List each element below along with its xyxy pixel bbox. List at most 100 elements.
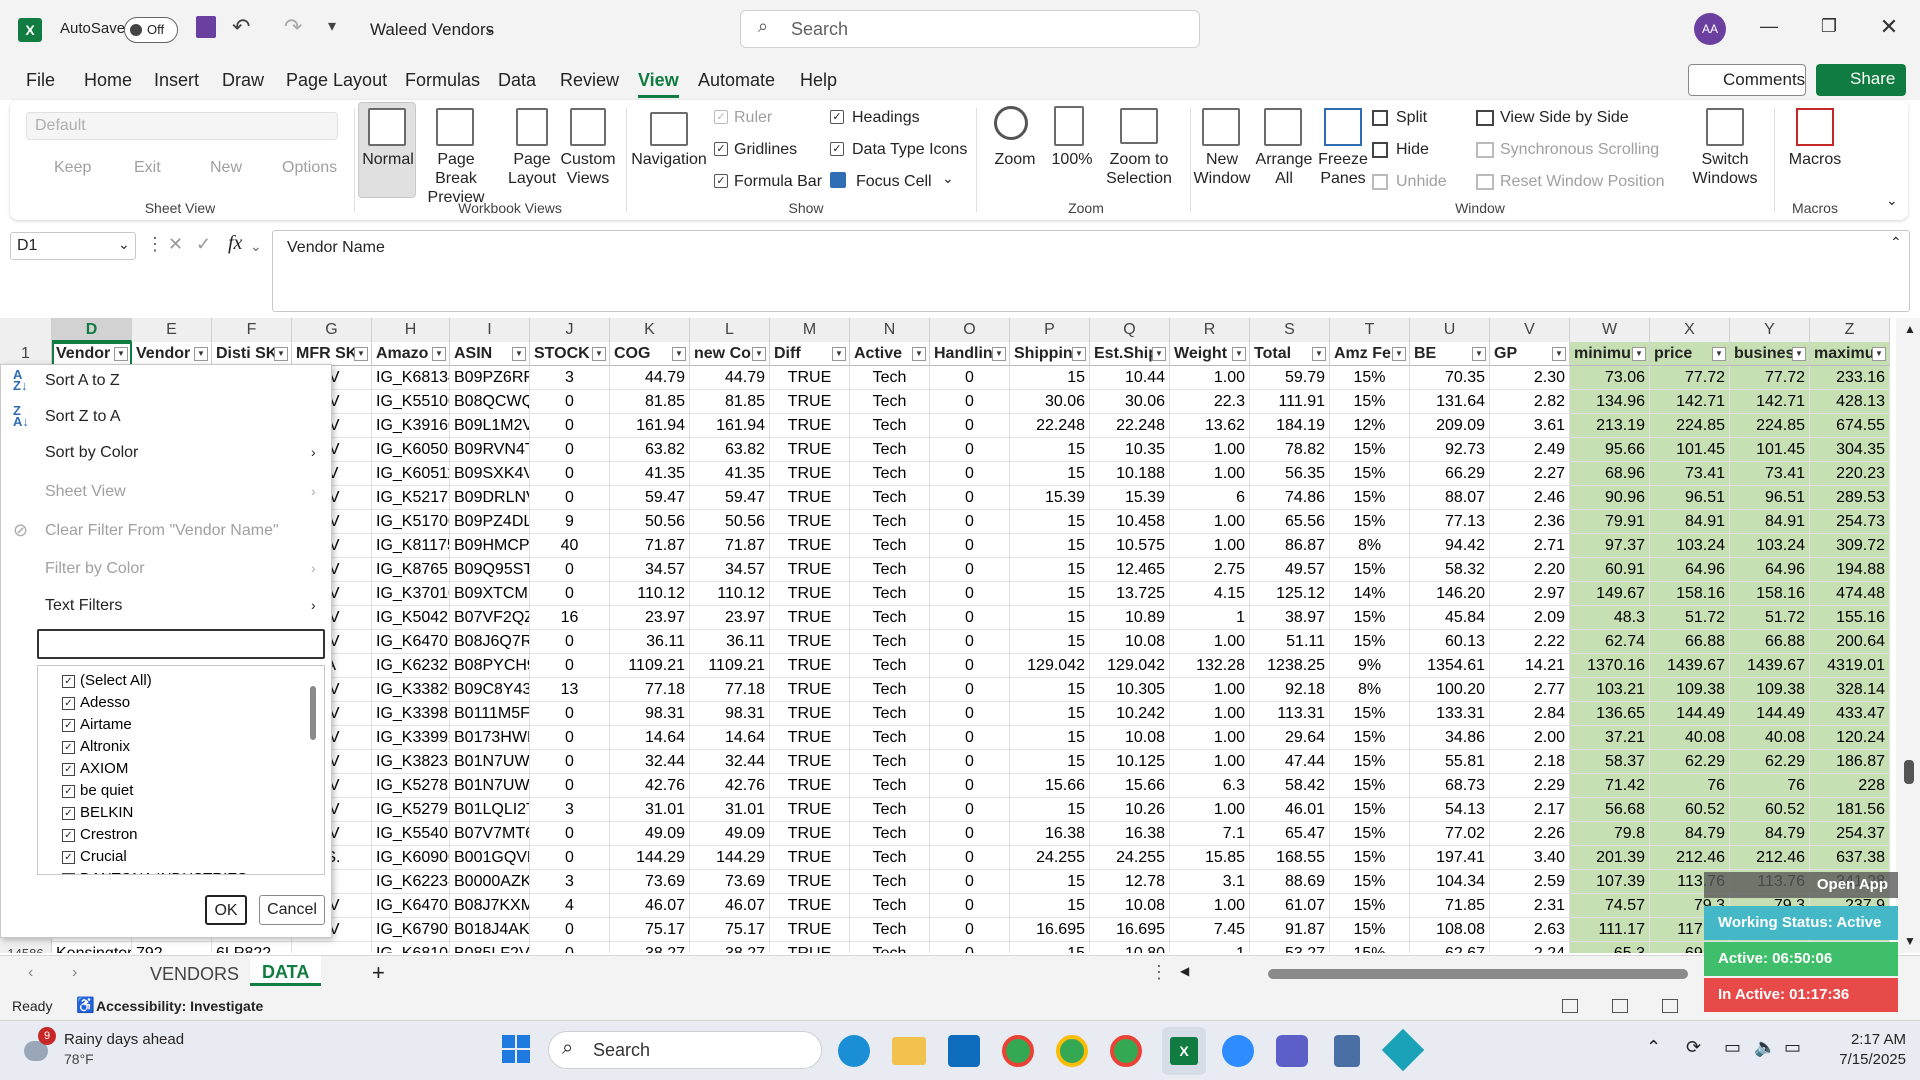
grid-cell[interactable]: 0 — [930, 942, 1010, 953]
customize-qat-icon[interactable]: ▾ — [328, 16, 336, 36]
sort-a-to-z[interactable]: Sort A to Z — [45, 372, 120, 390]
grid-cell[interactable]: 10.242 — [1090, 702, 1170, 726]
grid-cell[interactable]: TRUE — [770, 438, 850, 462]
excel-taskbar-active[interactable]: X — [1162, 1027, 1206, 1075]
grid-cell[interactable]: 50.56 — [690, 510, 770, 534]
chevron-down-icon[interactable]: ⌄ — [118, 236, 130, 253]
grid-cell[interactable]: 0 — [530, 414, 610, 438]
grid-cell[interactable]: 1.00 — [1170, 798, 1250, 822]
grid-cell[interactable]: 15 — [1010, 702, 1090, 726]
grid-cell[interactable]: 111.17 — [1570, 918, 1650, 942]
grid-cell[interactable]: 90.96 — [1570, 486, 1650, 510]
filter-dropdown-button[interactable]: ▼ — [1392, 347, 1406, 361]
grid-cell[interactable]: 14.21 — [1490, 654, 1570, 678]
grid-cell[interactable]: 474.48 — [1810, 582, 1890, 606]
grid-cell[interactable]: 309.72 — [1810, 534, 1890, 558]
tab-data[interactable]: DATA — [250, 956, 322, 986]
grid-cell[interactable]: 144.49 — [1730, 702, 1810, 726]
custom-views-icon[interactable] — [570, 108, 606, 146]
grid-cell[interactable]: 8% — [1330, 678, 1410, 702]
grid-cell[interactable]: TRUE — [770, 606, 850, 630]
grid-cell[interactable]: 77.72 — [1730, 366, 1810, 390]
grid-cell[interactable]: Tech — [850, 390, 930, 414]
grid-cell[interactable]: 184.19 — [1250, 414, 1330, 438]
grid-cell[interactable]: 2.26 — [1490, 822, 1570, 846]
new-window-icon[interactable] — [1202, 108, 1240, 146]
grid-cell[interactable]: TRUE — [770, 582, 850, 606]
grid-cell[interactable]: 161.94 — [690, 414, 770, 438]
chrome-icon[interactable] — [1002, 1035, 1034, 1067]
grid-cell[interactable]: 136.65 — [1570, 702, 1650, 726]
grid-cell[interactable]: 30.06 — [1010, 390, 1090, 414]
clock-time[interactable]: 2:17 AM — [1826, 1031, 1906, 1048]
menu-formulas[interactable]: Formulas — [405, 70, 480, 91]
filter-dropdown-button[interactable]: ▼ — [752, 347, 766, 361]
grid-cell[interactable]: 3.40 — [1490, 846, 1570, 870]
grid-cell[interactable]: 15.66 — [1010, 774, 1090, 798]
grid-cell[interactable]: 1.00 — [1170, 726, 1250, 750]
grid-cell[interactable]: 194.88 — [1810, 558, 1890, 582]
grid-cell[interactable]: 15.66 — [1090, 774, 1170, 798]
grid-cell[interactable]: 40.08 — [1650, 726, 1730, 750]
unhide-button[interactable]: Unhide — [1396, 172, 1447, 191]
grid-cell[interactable]: 13.62 — [1170, 414, 1250, 438]
grid-cell[interactable]: 2.46 — [1490, 486, 1570, 510]
grid-cell[interactable]: TRUE — [770, 462, 850, 486]
grid-cell[interactable]: 31.01 — [690, 798, 770, 822]
grid-cell[interactable]: 76 — [1730, 774, 1810, 798]
grid-cell[interactable]: 146.20 — [1410, 582, 1490, 606]
headings-checkbox[interactable]: ✓ — [830, 110, 844, 124]
grid-cell[interactable]: 75.17 — [610, 918, 690, 942]
menu-data[interactable]: Data — [498, 70, 536, 91]
keep-button[interactable]: Keep — [30, 158, 91, 177]
page-break-preview-icon[interactable] — [436, 108, 474, 146]
grid-cell[interactable]: 101.45 — [1650, 438, 1730, 462]
grid-cell[interactable]: 6.3 — [1170, 774, 1250, 798]
grid-cell[interactable]: 3 — [530, 366, 610, 390]
grid-cell[interactable]: 49.57 — [1250, 558, 1330, 582]
focus-cell-button[interactable]: Focus Cell — [856, 172, 932, 191]
grid-cell[interactable]: Tech — [850, 750, 930, 774]
grid-cell[interactable]: 2.36 — [1490, 510, 1570, 534]
grid-cell[interactable]: 110.12 — [690, 582, 770, 606]
grid-cell[interactable]: 2.59 — [1490, 870, 1570, 894]
grid-cell[interactable]: 0 — [930, 774, 1010, 798]
column-header-k[interactable]: K — [610, 318, 690, 342]
grid-cell[interactable]: 10.08 — [1090, 726, 1170, 750]
zoom-to-selection-icon[interactable] — [1120, 108, 1158, 144]
grid-cell[interactable]: 10.188 — [1090, 462, 1170, 486]
grid-cell[interactable]: 29.64 — [1250, 726, 1330, 750]
options-button[interactable]: Options — [254, 158, 337, 177]
grid-cell[interactable]: 46.01 — [1250, 798, 1330, 822]
undo-icon[interactable]: ↶ — [232, 14, 250, 40]
grid-cell[interactable]: 0 — [930, 438, 1010, 462]
filter-by-color[interactable]: Filter by Color — [45, 560, 145, 578]
grid-cell[interactable]: 197.41 — [1410, 846, 1490, 870]
filter-search-input[interactable] — [37, 629, 325, 659]
grid-cell[interactable]: 1439.67 — [1650, 654, 1730, 678]
grid-cell[interactable]: 289.53 — [1810, 486, 1890, 510]
filter-item-checkbox[interactable]: ✓ — [62, 719, 75, 732]
grid-cell[interactable]: 15 — [1010, 462, 1090, 486]
grid-cell[interactable]: 1238.25 — [1250, 654, 1330, 678]
grid-cell[interactable]: 2.82 — [1490, 390, 1570, 414]
grid-cell[interactable]: Tech — [850, 438, 930, 462]
grid-cell[interactable]: 1.00 — [1170, 462, 1250, 486]
grid-cell[interactable]: 1354.61 — [1410, 654, 1490, 678]
grid-cell[interactable]: B085LF2V — [450, 942, 530, 953]
grid-cell[interactable]: 209.09 — [1410, 414, 1490, 438]
windows-start-icon[interactable] — [502, 1035, 532, 1065]
grid-cell[interactable]: 12.78 — [1090, 870, 1170, 894]
battery-icon[interactable]: ▭ — [1784, 1037, 1801, 1058]
more-options-icon[interactable]: ⋮ — [1150, 962, 1168, 983]
grid-cell[interactable]: 48.3 — [1570, 606, 1650, 630]
grid-cell[interactable]: 71.85 — [1410, 894, 1490, 918]
grid-cell[interactable]: 0 — [930, 606, 1010, 630]
grid-cell[interactable]: 32.44 — [690, 750, 770, 774]
grid-cell[interactable]: 41.35 — [690, 462, 770, 486]
filter-item-checkbox[interactable]: ✓ — [62, 807, 75, 820]
grid-cell[interactable]: 9 — [530, 510, 610, 534]
grid-cell[interactable]: 181.56 — [1810, 798, 1890, 822]
grid-cell[interactable]: 144.29 — [610, 846, 690, 870]
grid-cell[interactable]: 131.64 — [1410, 390, 1490, 414]
